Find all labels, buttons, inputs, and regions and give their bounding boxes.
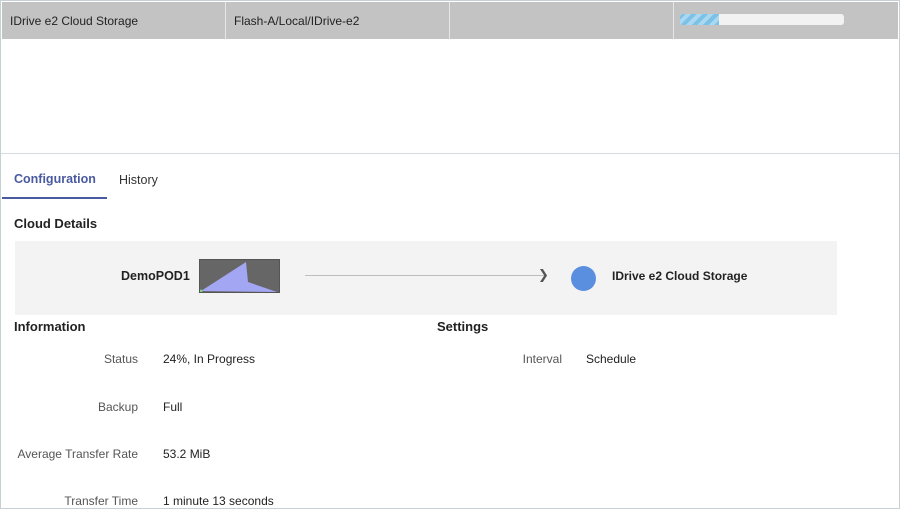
info-label-transfer-time: Transfer Time	[64, 494, 138, 508]
job-name-cell: IDrive e2 Cloud Storage	[2, 2, 226, 39]
job-name: IDrive e2 Cloud Storage	[10, 13, 139, 28]
destination-name: IDrive e2 Cloud Storage	[612, 269, 748, 283]
info-label-transfer-rate: Average Transfer Rate	[17, 447, 138, 461]
info-label-backup: Backup	[97, 400, 138, 414]
tab-history-label: History	[119, 173, 158, 187]
job-path-cell: Flash-A/Local/IDrive-e2	[226, 2, 450, 39]
settings-value-interval: Schedule	[586, 352, 637, 366]
info-value-status: 24%, In Progress	[163, 352, 256, 366]
tab-history[interactable]: History	[107, 161, 170, 199]
job-progress-cell	[674, 2, 898, 39]
source-pod-thumbnail	[199, 259, 280, 293]
info-value-transfer-rate: 53.2 MiB	[163, 447, 211, 461]
tab-configuration[interactable]: Configuration	[2, 161, 107, 199]
transfer-arrow-line	[305, 275, 545, 276]
cloud-destination-icon	[571, 266, 596, 291]
info-value-backup: Full	[163, 400, 183, 414]
job-table-row[interactable]: IDrive e2 Cloud Storage Flash-A/Local/ID…	[2, 2, 898, 39]
settings-label-interval: Interval	[522, 352, 562, 366]
info-value-transfer-time: 1 minute 13 seconds	[163, 494, 274, 508]
pod-chart-icon	[199, 262, 277, 293]
chevron-right-icon: ❯	[538, 267, 549, 282]
cloud-details-box: DemoPOD1 ❯ IDrive e2 Cloud Storage	[15, 241, 837, 315]
detail-tabs: Configuration History	[2, 161, 170, 201]
progress-fill	[680, 14, 720, 25]
job-empty-cell	[450, 2, 674, 39]
cloud-job-panel: IDrive e2 Cloud Storage Flash-A/Local/ID…	[0, 0, 900, 509]
tab-configuration-label: Configuration	[14, 172, 96, 186]
source-pod-name: DemoPOD1	[121, 269, 190, 283]
job-path: Flash-A/Local/IDrive-e2	[234, 13, 360, 28]
information-title: Information	[14, 319, 86, 334]
info-label-status: Status	[103, 352, 138, 366]
cloud-details-title: Cloud Details	[14, 216, 98, 231]
settings-title: Settings	[437, 319, 489, 334]
progress-bar	[680, 14, 844, 25]
divider	[1, 153, 899, 154]
